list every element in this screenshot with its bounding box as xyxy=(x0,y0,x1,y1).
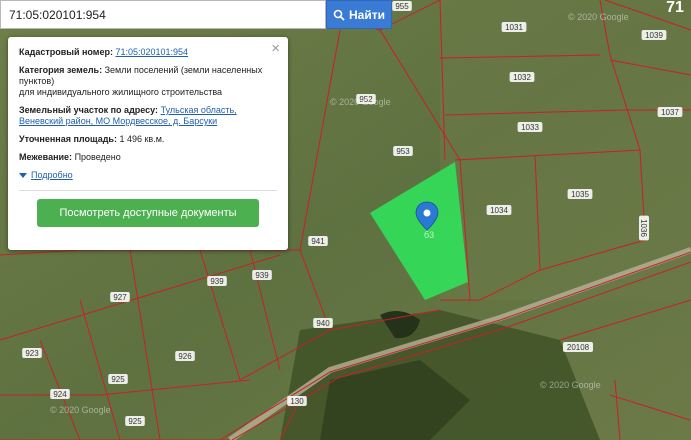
parcel-number-label: 1036 xyxy=(639,215,649,241)
svg-text:939: 939 xyxy=(210,277,224,286)
parcel-number-label: 130 xyxy=(287,396,307,406)
land-use-value: для индивидуального жилищного строительс… xyxy=(19,87,223,97)
parcel-number-label: 71 xyxy=(666,0,684,16)
cadastral-number-label: Кадастровый номер: xyxy=(19,47,113,57)
triangle-down-icon xyxy=(19,173,27,178)
parcel-number-label: 939 xyxy=(207,276,227,286)
parcel-number-label: 925 xyxy=(108,374,128,384)
svg-text:1036: 1036 xyxy=(639,219,648,237)
parcel-number-label: 926 xyxy=(175,351,195,361)
parcel-number-label: 924 xyxy=(50,389,70,399)
search-button-label: Найти xyxy=(349,7,385,22)
close-icon[interactable]: × xyxy=(271,41,280,56)
parcel-number-label: 953 xyxy=(393,146,413,156)
cadastral-number-row: Кадастровый номер: 71:05:020101:954 xyxy=(19,47,277,58)
address-label: Земельный участок по адресу: xyxy=(19,105,159,115)
svg-text:20108: 20108 xyxy=(567,343,590,352)
svg-text:1035: 1035 xyxy=(571,190,589,199)
view-documents-button[interactable]: Посмотреть доступные документы xyxy=(37,199,259,227)
svg-text:927: 927 xyxy=(113,293,127,302)
survey-row: Межевание: Проведено xyxy=(19,152,277,163)
svg-text:925: 925 xyxy=(128,417,142,426)
search-bar: Найти xyxy=(0,0,392,30)
svg-text:940: 940 xyxy=(316,319,330,328)
parcel-number-label: 1037 xyxy=(657,107,683,117)
search-icon xyxy=(333,9,345,21)
google-watermark: © 2020 Google xyxy=(330,97,391,107)
svg-text:923: 923 xyxy=(25,349,39,358)
cadastral-search-input[interactable] xyxy=(0,0,326,29)
svg-text:955: 955 xyxy=(395,2,409,11)
field-patch xyxy=(440,0,691,300)
svg-text:925: 925 xyxy=(111,375,125,384)
land-category-row: Категория земель: Земли поселений (земли… xyxy=(19,65,277,98)
details-toggle[interactable]: Подробно xyxy=(19,170,277,181)
parcel-number-label: 1033 xyxy=(517,122,543,132)
parcel-number-label: 940 xyxy=(313,318,333,328)
search-button[interactable]: Найти xyxy=(326,0,392,29)
svg-text:1031: 1031 xyxy=(505,23,523,32)
parcel-number-label: 927 xyxy=(110,292,130,302)
cadastral-number-link[interactable]: 71:05:020101:954 xyxy=(115,47,188,57)
svg-text:1037: 1037 xyxy=(661,108,679,117)
parcel-info-popup: × Кадастровый номер: 71:05:020101:954 Ка… xyxy=(8,37,288,250)
svg-text:1033: 1033 xyxy=(521,123,539,132)
svg-text:924: 924 xyxy=(53,390,67,399)
survey-value: Проведено xyxy=(74,152,121,162)
svg-text:1034: 1034 xyxy=(490,206,508,215)
svg-text:1032: 1032 xyxy=(513,73,531,82)
survey-label: Межевание: xyxy=(19,152,73,162)
svg-text:130: 130 xyxy=(290,397,304,406)
details-link[interactable]: Подробно xyxy=(31,170,73,181)
divider xyxy=(19,190,277,191)
parcel-number-label: 955 xyxy=(392,1,412,11)
area-label: Уточненная площадь: xyxy=(19,134,117,144)
svg-text:953: 953 xyxy=(396,147,410,156)
land-category-label: Категория земель: xyxy=(19,65,103,75)
parcel-number-label: 1034 xyxy=(486,205,512,215)
svg-text:939: 939 xyxy=(255,271,269,280)
parcel-number-label: 925 xyxy=(125,416,145,426)
svg-text:926: 926 xyxy=(178,352,192,361)
parcel-number-label: 1039 xyxy=(641,30,667,40)
parcel-number-label: 1032 xyxy=(509,72,535,82)
google-watermark: © 2020 Google xyxy=(540,380,601,390)
svg-text:1039: 1039 xyxy=(645,31,663,40)
parcel-number-label: 1035 xyxy=(567,189,593,199)
parcel-number-label: 923 xyxy=(22,348,42,358)
google-watermark: © 2020 Google xyxy=(568,12,629,22)
parcel-number-label: 939 xyxy=(252,270,272,280)
svg-text:941: 941 xyxy=(311,237,325,246)
address-row: Земельный участок по адресу: Тульская об… xyxy=(19,105,277,127)
svg-text:71: 71 xyxy=(666,0,684,16)
google-watermark: © 2020 Google xyxy=(50,405,111,415)
selected-parcel-label: б3 xyxy=(424,230,434,240)
parcel-number-label: 1031 xyxy=(501,22,527,32)
area-row: Уточненная площадь: 1 496 кв.м. xyxy=(19,134,277,145)
area-value: 1 496 кв.м. xyxy=(119,134,165,144)
parcel-number-label: 941 xyxy=(308,236,328,246)
parcel-number-label: 20108 xyxy=(563,342,593,352)
